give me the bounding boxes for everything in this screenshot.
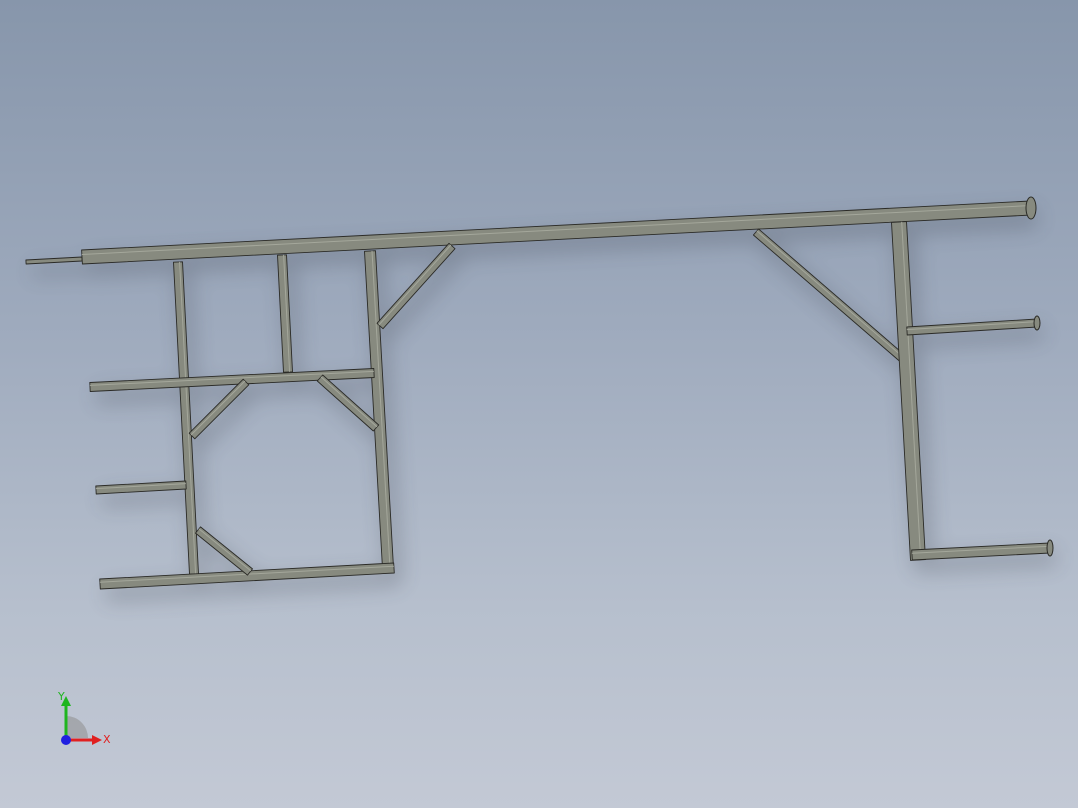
right-arm-top-cap — [1033, 315, 1041, 331]
left-brace-top-shadow — [380, 251, 464, 341]
triad-plane-arc — [66, 716, 88, 738]
pin-tip-shadow — [31, 264, 89, 277]
top-rail-end-cap — [1025, 196, 1037, 220]
x-axis-arrowhead — [92, 735, 102, 745]
right-brace[interactable] — [752, 228, 906, 362]
y-axis-label: Y — [57, 690, 65, 703]
x-axis-label: X — [103, 733, 111, 746]
frame-model[interactable] — [0, 0, 1078, 808]
z-axis-dot — [61, 735, 71, 745]
frame-beams — [25, 196, 1054, 590]
pin-tip[interactable] — [25, 256, 83, 265]
right-brace-highlight — [756, 230, 904, 358]
orientation-triad[interactable]: Y X — [40, 680, 130, 760]
graphics-viewport[interactable]: Y X — [0, 0, 1078, 808]
right-arm-bottom-cap — [1046, 539, 1054, 557]
